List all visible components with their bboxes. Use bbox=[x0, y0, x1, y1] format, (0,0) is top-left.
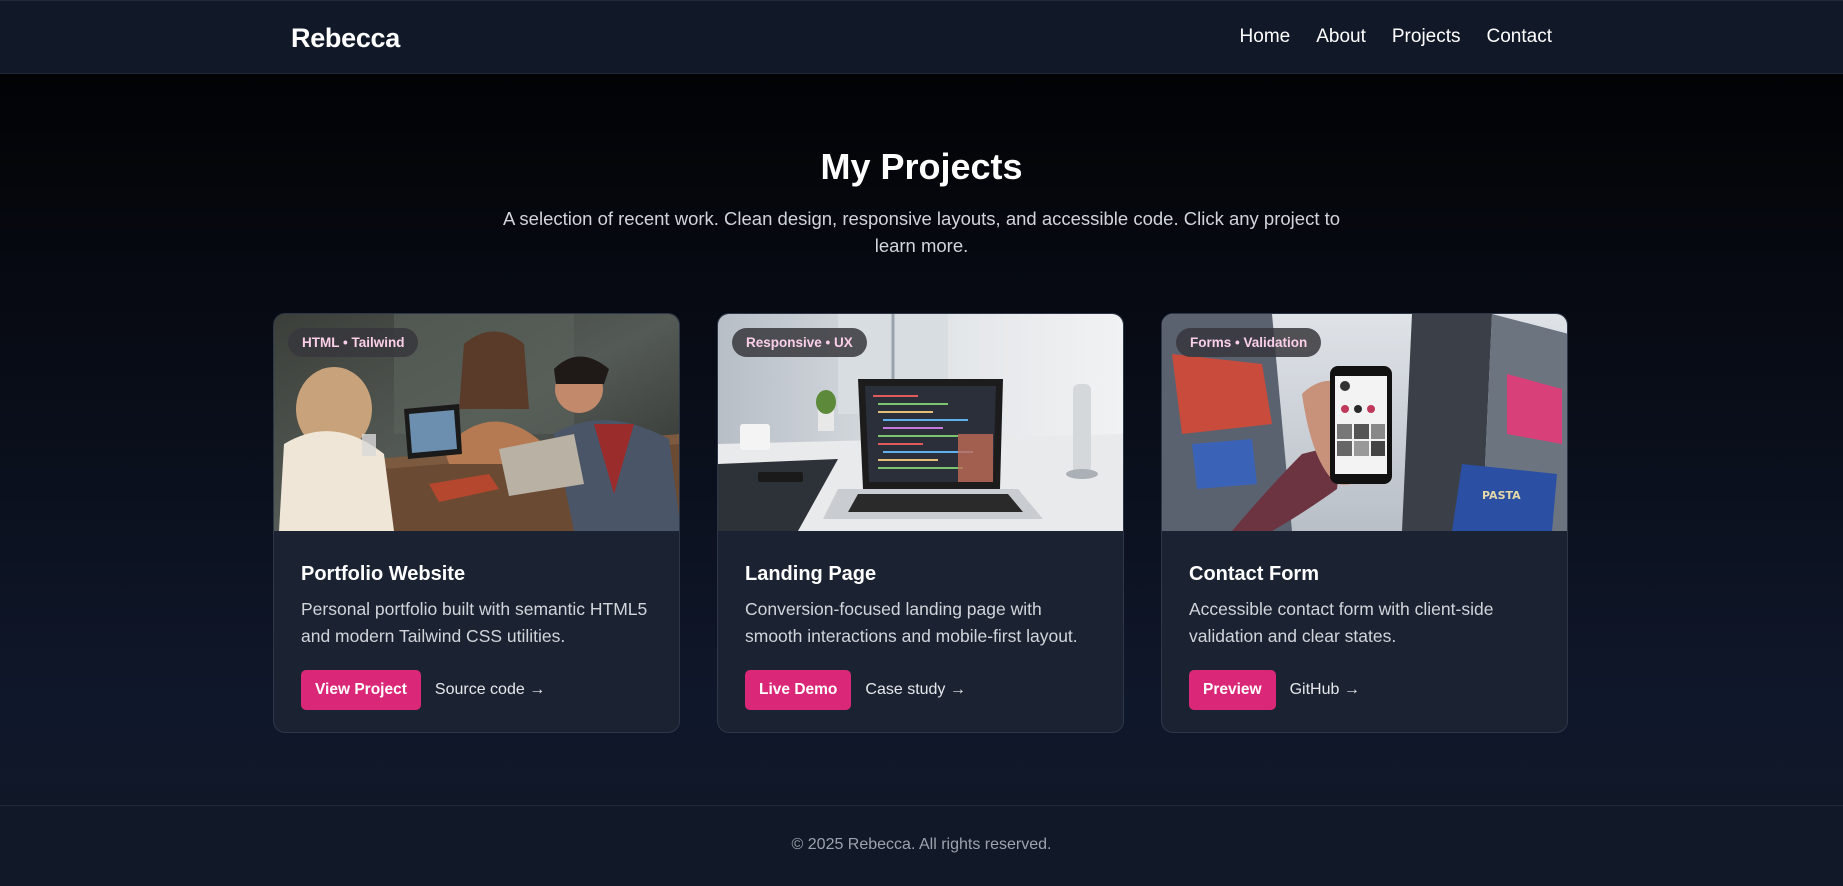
github-link[interactable]: GitHub → bbox=[1290, 681, 1360, 699]
nav-projects[interactable]: Projects bbox=[1392, 26, 1461, 48]
project-card-landing[interactable]: Responsive • UX Landing Page Conversion-… bbox=[717, 313, 1124, 733]
page-title: My Projects bbox=[820, 146, 1023, 187]
source-code-link[interactable]: Source code → bbox=[435, 681, 545, 699]
project-title: Contact Form bbox=[1189, 563, 1319, 585]
project-title: Portfolio Website bbox=[301, 563, 466, 585]
live-demo-button[interactable]: Live Demo bbox=[745, 670, 852, 710]
nav-home[interactable]: Home bbox=[1240, 26, 1291, 48]
project-description: Accessible contact form with client-side… bbox=[1189, 599, 1494, 646]
view-project-button[interactable]: View Project bbox=[301, 670, 421, 710]
project-description: Personal portfolio built with semantic H… bbox=[301, 599, 648, 646]
nav-about[interactable]: About bbox=[1316, 26, 1366, 48]
project-tag: HTML • Tailwind bbox=[288, 328, 419, 357]
copyright-text: © 2025 Rebecca. All rights reserved. bbox=[791, 836, 1052, 853]
project-image-phone-city: PASTA Forms • Validation bbox=[1162, 314, 1567, 531]
page-subtitle: A selection of recent work. Clean design… bbox=[502, 208, 1341, 256]
project-card-contact[interactable]: PASTA Forms • Validation Contact Form Ac… bbox=[1161, 313, 1568, 733]
project-title: Landing Page bbox=[745, 563, 877, 585]
brand-logo[interactable]: Rebecca bbox=[291, 23, 400, 54]
main-nav: Home About Projects Contact bbox=[1240, 26, 1552, 48]
project-image-team-meeting: HTML • Tailwind bbox=[274, 314, 679, 531]
project-tag: Forms • Validation bbox=[1176, 328, 1322, 357]
svg-text:PASTA: PASTA bbox=[1482, 489, 1521, 502]
project-card-portfolio[interactable]: HTML • Tailwind Portfolio Website Person… bbox=[273, 313, 680, 733]
case-study-link[interactable]: Case study → bbox=[865, 681, 965, 699]
project-description: Conversion-focused landing page with smo… bbox=[745, 599, 1078, 646]
site-header: Rebecca Home About Projects Contact bbox=[0, 0, 1843, 74]
project-image-laptop-desk: Responsive • UX bbox=[718, 314, 1123, 531]
preview-button[interactable]: Preview bbox=[1189, 670, 1276, 710]
nav-contact[interactable]: Contact bbox=[1487, 26, 1552, 48]
site-footer: © 2025 Rebecca. All rights reserved. bbox=[0, 805, 1843, 886]
project-tag: Responsive • UX bbox=[732, 328, 867, 357]
